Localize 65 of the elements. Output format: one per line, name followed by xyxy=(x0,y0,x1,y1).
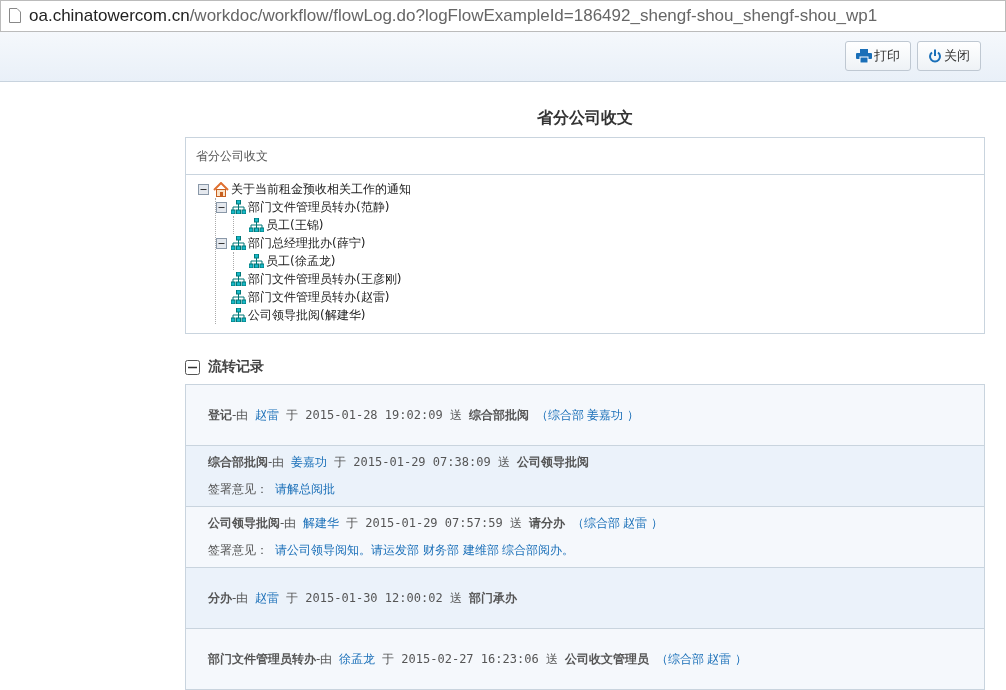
tree-node-label[interactable]: 部门文件管理员转办(王彦刚) xyxy=(248,270,402,288)
tree-node-label[interactable]: 部门文件管理员转办(赵雷) xyxy=(248,288,390,306)
recipient-link[interactable]: （综合部 赵雷 ） xyxy=(571,515,664,532)
timestamp: 2015-01-29 07:57:59 xyxy=(365,516,503,530)
org-chart-icon xyxy=(231,236,246,250)
tree-node-label[interactable]: 部门文件管理员转办(范静) xyxy=(248,198,390,216)
next-step: 部门承办 xyxy=(468,589,517,607)
step-label: 公司领导批阅-由 xyxy=(208,515,297,532)
org-chart-icon xyxy=(249,254,264,268)
person-link[interactable]: 赵雷 xyxy=(255,406,280,424)
house-icon xyxy=(213,181,229,197)
opinion-label: 签署意见： xyxy=(208,542,268,559)
tree-node-label[interactable]: 员工(徐孟龙) xyxy=(266,252,336,270)
to-label: 送 xyxy=(449,406,462,424)
recipient-link[interactable]: （综合部 赵雷 ） xyxy=(655,650,748,668)
at-label: 于 xyxy=(334,454,347,471)
person-link[interactable]: 姜嘉功 xyxy=(291,454,328,471)
to-label: 送 xyxy=(545,650,558,668)
at-label: 于 xyxy=(286,589,299,607)
timestamp: 2015-01-28 19:02:09 xyxy=(305,407,443,422)
org-chart-icon xyxy=(231,290,246,304)
next-step: 综合部批阅 xyxy=(468,406,529,424)
step-label: 登记-由 xyxy=(208,406,249,424)
next-step: 公司收文管理员 xyxy=(564,650,649,668)
opinion-link[interactable]: 请解总阅批 xyxy=(275,481,335,498)
page-title: 省分公司收文 xyxy=(536,108,634,129)
collapse-toggle[interactable] xyxy=(216,201,227,213)
step-label: 分办-由 xyxy=(208,589,249,607)
timestamp: 2015-01-30 12:00:02 xyxy=(305,590,443,605)
collapse-toggle[interactable] xyxy=(216,237,227,249)
at-label: 于 xyxy=(286,406,299,424)
power-icon xyxy=(928,49,942,64)
org-chart-icon xyxy=(231,200,246,214)
org-chart-icon xyxy=(231,272,246,286)
at-label: 于 xyxy=(346,515,359,532)
opinion-label: 签署意见： xyxy=(208,481,268,498)
collapse-toggle[interactable] xyxy=(198,183,209,195)
person-link[interactable]: 解建华 xyxy=(303,515,340,532)
timestamp: 2015-01-29 07:38:09 xyxy=(353,455,491,469)
next-step: 公司领导批阅 xyxy=(516,454,589,471)
at-label: 于 xyxy=(382,650,395,668)
to-label: 送 xyxy=(449,589,462,607)
tree-node-label[interactable]: 公司领导批阅(解建华) xyxy=(248,306,366,324)
to-label: 送 xyxy=(509,515,522,532)
step-label: 综合部批阅-由 xyxy=(208,454,285,471)
close-button[interactable]: 关闭 xyxy=(917,41,981,72)
tree-node-label[interactable]: 部门总经理批办(薛宁) xyxy=(248,234,366,252)
person-link[interactable]: 赵雷 xyxy=(255,589,280,607)
panel-heading: 省分公司收文 xyxy=(186,138,984,175)
next-step: 请分办 xyxy=(528,515,565,532)
org-chart-icon xyxy=(249,218,264,232)
step-label: 部门文件管理员转办-由 xyxy=(208,650,333,668)
tree-node-label[interactable]: 员工(王锦) xyxy=(266,216,324,234)
printer-icon xyxy=(856,49,872,64)
org-chart-icon xyxy=(231,308,246,322)
page-icon xyxy=(9,8,21,24)
timestamp: 2015-02-27 16:23:06 xyxy=(401,651,539,666)
to-label: 送 xyxy=(497,454,510,471)
person-link[interactable]: 徐孟龙 xyxy=(339,650,376,668)
recipient-link[interactable]: （综合部 姜嘉功 ） xyxy=(535,406,640,424)
collapse-toggle[interactable] xyxy=(185,359,200,375)
opinion-link[interactable]: 请公司领导阅知。请运发部 财务部 建维部 综合部阅办。 xyxy=(275,542,575,559)
tree-node-label[interactable]: 关于当前租金预收相关工作的通知 xyxy=(231,180,411,198)
section-title: 流转记录 xyxy=(208,358,264,376)
print-button[interactable]: 打印 xyxy=(845,41,911,72)
